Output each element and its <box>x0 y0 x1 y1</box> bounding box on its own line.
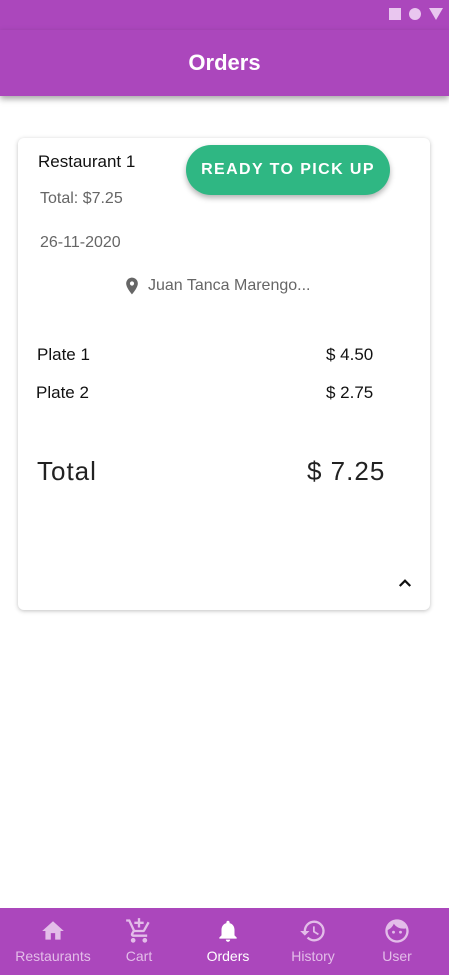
location: Juan Tanca Marengo... <box>122 274 310 298</box>
square-icon <box>389 8 401 20</box>
location-pin-icon <box>126 277 138 295</box>
nav-item-restaurants[interactable]: Restaurants <box>8 908 98 975</box>
order-total-summary: Total: $7.25 <box>40 190 123 207</box>
nav-item-history[interactable]: History <box>278 908 348 975</box>
item-price: $ 4.50 <box>326 345 374 364</box>
item-price: $ 2.75 <box>326 383 374 402</box>
bell-icon <box>219 920 237 942</box>
page-title: Orders <box>188 50 261 75</box>
total-label: Total <box>37 456 97 486</box>
chevron-up-icon[interactable] <box>396 574 414 592</box>
nav-label: History <box>291 948 335 964</box>
total-value: $ 7.25 <box>307 456 386 486</box>
nav-item-user[interactable]: User <box>362 908 432 975</box>
nav-item-orders[interactable]: Orders <box>193 908 263 975</box>
nav-item-cart[interactable]: Cart <box>104 908 174 975</box>
face-icon <box>385 919 409 943</box>
status-bar <box>0 0 449 30</box>
home-icon <box>42 921 64 940</box>
nav-label: User <box>382 948 412 964</box>
nav-label: Orders <box>206 948 250 964</box>
history-icon <box>300 920 325 942</box>
nav-label: Restaurants <box>15 948 91 964</box>
triangle-icon <box>429 8 443 20</box>
location-text: Juan Tanca Marengo... <box>148 277 311 294</box>
nav-label: Cart <box>125 948 153 964</box>
restaurant-name: Restaurant 1 <box>38 152 136 171</box>
app-bar: Orders <box>0 30 449 96</box>
circle-icon <box>409 8 421 20</box>
order-date: 26-11-2020 <box>40 234 121 251</box>
item-name: Plate 1 <box>37 345 90 364</box>
bottom-navigation: Restaurants Cart Orders History User <box>0 908 449 975</box>
order-card[interactable]: Restaurant 1 Total: $7.25 26-11-2020 REA… <box>18 138 430 610</box>
status-icons <box>389 8 443 20</box>
ready-to-pick-up-button[interactable]: READY TO PICK UP <box>186 145 390 195</box>
item-name: Plate 2 <box>36 383 89 402</box>
cart-icon <box>126 918 150 943</box>
